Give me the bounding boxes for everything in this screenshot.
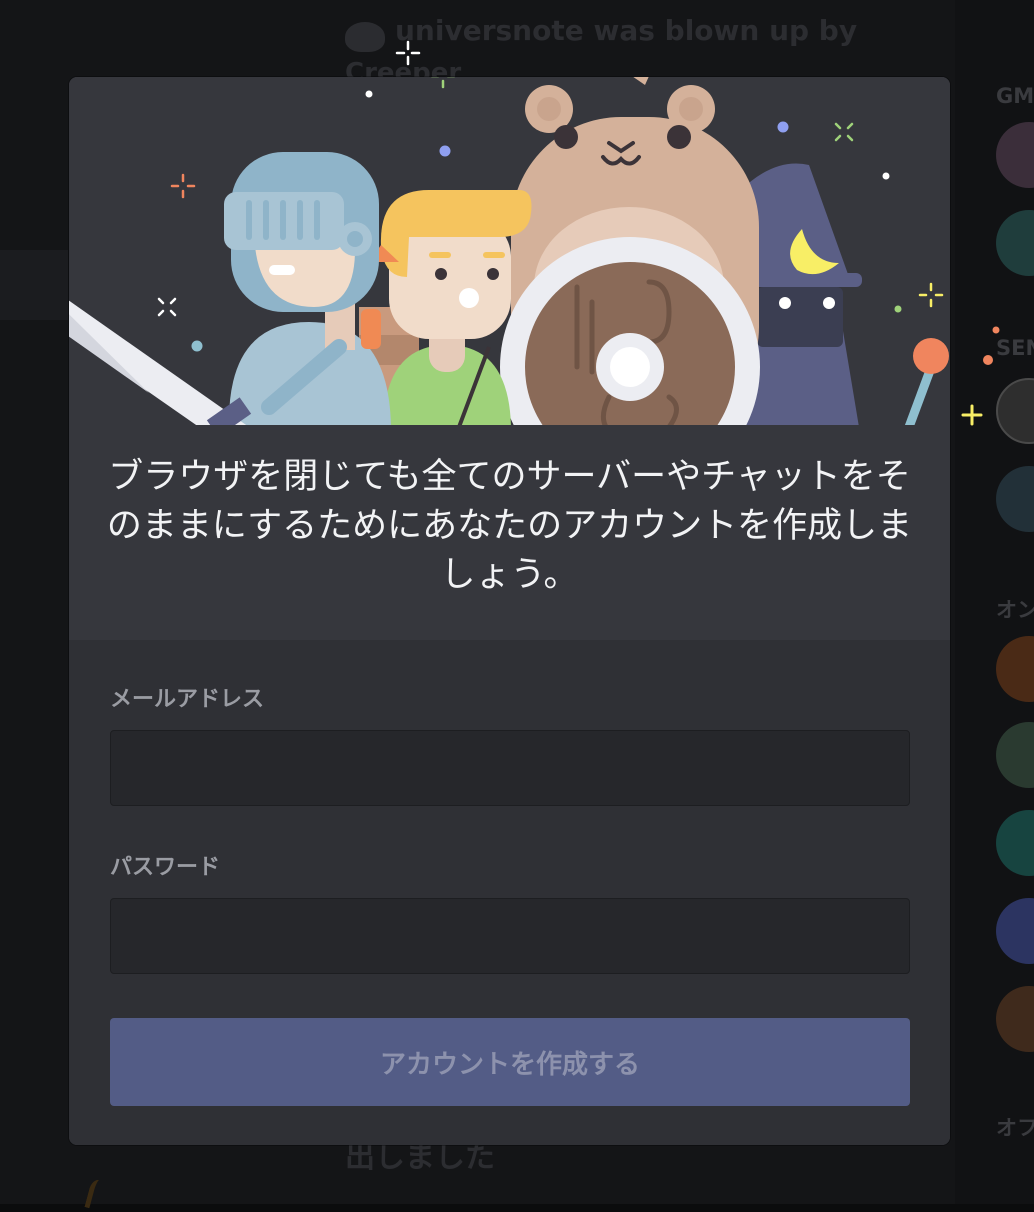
email-label: メールアドレス [110, 687, 265, 712]
hero-illustration [69, 77, 950, 425]
email-field[interactable] [110, 730, 910, 806]
modal-headline: ブラウザを閉じても全てのサーバーやチャットをそのままにするためにあなたのアカウン… [106, 457, 913, 595]
modal-header: ブラウザを閉じても全てのサーバーやチャットをそのままにするためにあなたのアカウン… [69, 77, 950, 640]
background-channel-strip [0, 250, 68, 320]
creeper-icon [345, 22, 385, 52]
sparkle-icon [395, 40, 421, 66]
password-label: パスワード [110, 855, 221, 880]
signup-form: メールアドレス パスワード アカウントを作成する [69, 640, 950, 1145]
member-group-heading: オン [996, 598, 1034, 622]
member-group-heading: GM [996, 84, 1034, 108]
password-field[interactable] [110, 898, 910, 974]
wizard-icon [734, 163, 949, 425]
create-account-button[interactable]: アカウントを作成する [110, 1018, 910, 1106]
member-group-heading: オフ [996, 1116, 1034, 1140]
create-account-modal: ブラウザを閉じても全てのサーバーやチャットをそのままにするためにあなたのアカウン… [69, 77, 950, 1145]
background-message-text: universnote was blown up by [395, 14, 858, 47]
sparkle-icon [961, 404, 983, 426]
sparkle-icon [983, 326, 1000, 365]
